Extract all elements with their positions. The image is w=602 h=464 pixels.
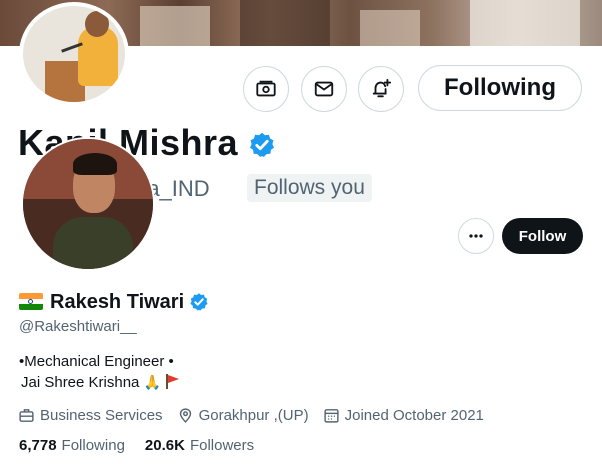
back-profile-avatar[interactable] (19, 2, 129, 106)
more-horizontal-icon (469, 234, 483, 238)
verified-badge-icon[interactable] (248, 131, 276, 159)
india-flag-icon (19, 293, 43, 310)
follows-you-badge: Follows you (247, 174, 372, 202)
follow-button[interactable]: Follow (502, 218, 583, 254)
message-icon (314, 81, 334, 97)
red-flag-icon (165, 374, 180, 389)
profile-meta: Business Services Gorakhpur ,(UP) Joined… (18, 405, 498, 425)
bio-line-2-text: Jai Shree Krishna (21, 374, 140, 391)
followers-stat-label: Followers (189, 437, 255, 454)
front-profile-handle[interactable]: @Rakeshtiwari__ (19, 318, 137, 335)
calendar-icon (324, 408, 339, 423)
folded-hands-icon: 🙏 (143, 375, 162, 391)
message-button[interactable] (301, 66, 347, 112)
category-label: Business Services (40, 406, 163, 424)
more-options-button[interactable] (458, 218, 494, 254)
notification-add-icon (372, 78, 392, 98)
category-item: Business Services (18, 407, 163, 424)
front-profile-name[interactable]: Rakesh Tiwari (50, 291, 184, 314)
front-profile-avatar[interactable] (21, 137, 155, 271)
following-count: 6,778 (19, 437, 57, 454)
briefcase-icon (19, 408, 34, 422)
bio-line-2: Jai Shree Krishna 🙏 (21, 374, 180, 391)
follow-stats: 6,778 Following 20.6K Followers (19, 437, 274, 454)
following-button[interactable]: Following (418, 65, 582, 111)
followers-stat-link[interactable]: 20.6K Followers (145, 437, 254, 454)
location-pin-icon (179, 407, 191, 423)
location-item: Gorakhpur ,(UP) (177, 407, 309, 424)
verified-badge-icon[interactable] (189, 292, 209, 312)
bio-line-1: •Mechanical Engineer • (19, 353, 174, 370)
notifications-button[interactable] (358, 66, 404, 112)
location-label: Gorakhpur ,(UP) (198, 406, 309, 424)
subscribe-button[interactable] (243, 66, 289, 112)
following-stat-label: Following (61, 437, 125, 454)
following-stat-link[interactable]: 6,778 Following (19, 437, 125, 454)
joined-item: Joined October 2021 (323, 407, 484, 424)
followers-count: 20.6K (144, 437, 185, 454)
subscribe-icon (256, 80, 276, 97)
joined-label: Joined October 2021 (344, 406, 484, 424)
